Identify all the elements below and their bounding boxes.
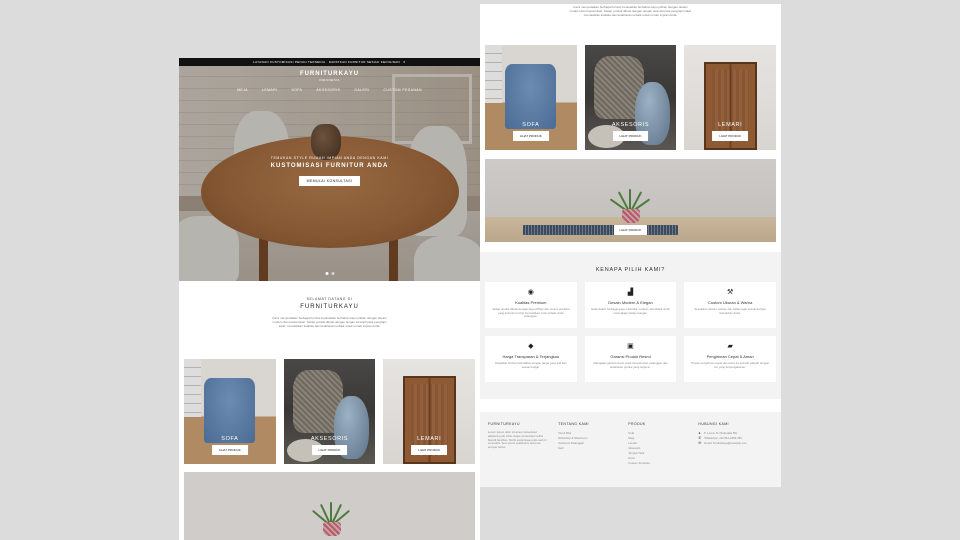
footer-about-title: FURNITURKAYU xyxy=(488,422,520,426)
banner-view-products-button[interactable]: LIHAT PRODUK xyxy=(613,225,648,235)
footer-links: TENTANG KAMI Visi & Misi Workshop & Show… xyxy=(558,422,620,487)
feature-card: ◆ Harga Transparan & Terjangkau Dapatkan… xyxy=(485,336,577,382)
slider-dots xyxy=(325,272,334,275)
view-products-button[interactable]: LIHAT PRODUK xyxy=(612,131,649,141)
truck-icon: ▰ xyxy=(727,343,733,350)
category-label: LEMARI xyxy=(718,122,743,128)
feature-title: Pengiriman Cepat & Aman xyxy=(706,354,754,359)
left-page-preview: LAYANAN KUSTOMISASI PENUH TERSEDIA · DAP… xyxy=(179,58,480,540)
promo-text: LAYANAN KUSTOMISASI PENUH TERSEDIA · DAP… xyxy=(253,60,400,64)
site-logo[interactable]: FURNITURKAYU INDONESIA xyxy=(179,71,480,82)
promo-bar: LAYANAN KUSTOMISASI PENUH TERSEDIA · DAP… xyxy=(179,58,480,66)
nav-item-sofa[interactable]: SOFA xyxy=(291,88,302,92)
category-card-lemari[interactable]: LEMARI LIHAT PRODUK xyxy=(684,45,777,150)
feature-title: Desain Modern & Elegan xyxy=(608,300,653,305)
feature-desc: Dilengkapi garansi resmi untuk kenyamana… xyxy=(593,361,668,369)
mail-icon: ✉ xyxy=(698,441,702,445)
category-label: SOFA xyxy=(522,122,540,128)
category-card-sofa[interactable]: SOFA LIHAT PRODUK xyxy=(485,45,577,150)
category-card-aksesoris[interactable]: AKSESORIS LIHAT PRODUK xyxy=(283,359,376,464)
welcome-title: FURNITURKAYU xyxy=(300,304,359,310)
slider-dot[interactable] xyxy=(325,272,328,275)
nav-item-lemari[interactable]: LEMARI xyxy=(262,88,277,92)
why-choose-us-section: KENAPA PILIH KAMI? ◉ Kualitas Premium Se… xyxy=(480,252,781,399)
welcome-eyebrow: SELAMAT DATANG DI xyxy=(306,297,353,301)
feature-desc: Proses pengiriman cepat dan aman ke selu… xyxy=(691,361,770,369)
footer-contact-title: HUBUNGI KAMI xyxy=(698,422,729,426)
category-cards: SOFA LIHAT PRODUK AKSESORIS LIHAT PRODUK… xyxy=(184,359,476,464)
feature-title: Kualitas Premium xyxy=(515,300,547,305)
view-products-button[interactable]: LIHAT PRODUK xyxy=(311,445,348,455)
price-tag-icon: ◆ xyxy=(528,343,534,350)
brand-name: FURNITURKAYU xyxy=(299,71,360,77)
design-icon: ▟ xyxy=(627,289,634,296)
right-page-preview: Kami menyediakan berbagai furnitur berku… xyxy=(480,4,781,487)
feature-title: Custom Ukuran & Warna xyxy=(708,300,753,305)
feature-desc: Setiap produk dibuat dengan kayu pilihan… xyxy=(492,307,570,319)
plant-banner-partial xyxy=(184,472,475,540)
nav-item-aksesoris[interactable]: AKSESORIS xyxy=(316,88,340,92)
feature-title: Harga Transparan & Terjangkau xyxy=(502,354,560,359)
category-card-sofa[interactable]: SOFA LIHAT PRODUK xyxy=(184,359,276,464)
feature-card: ◉ Kualitas Premium Setiap produk dibuat … xyxy=(485,282,577,328)
view-products-button[interactable]: LIHAT PRODUK xyxy=(712,131,749,141)
custom-icon: ⚒ xyxy=(727,289,734,296)
view-products-button[interactable]: LIHAT PRODUK xyxy=(512,131,549,141)
feature-card: ⚒ Custom Ukuran & Warna Sesuaikan ukuran… xyxy=(684,282,776,328)
category-cards: SOFA LIHAT PRODUK AKSESORIS LIHAT PRODUK… xyxy=(485,45,777,150)
slider-dot[interactable] xyxy=(331,272,334,275)
intro-description: Kami menyediakan berbagai furnitur berku… xyxy=(569,5,692,17)
category-label: AKSESORIS xyxy=(310,436,349,442)
category-card-lemari[interactable]: LEMARI LIHAT PRODUK xyxy=(383,359,476,464)
contact-email[interactable]: ✉ Email: furniturkayu@example.com xyxy=(698,441,773,446)
contact-text: Email: furniturkayu@example.com xyxy=(704,441,747,445)
hero-eyebrow: TEMUKAN STYLE RUMAH IMPIAN ANDA DENGAN K… xyxy=(270,156,389,160)
footer-products: PRODUK Sofa Meja Lemari Aksesoris Tempat… xyxy=(628,422,690,487)
nav-item-custom[interactable]: CUSTOM PESANAN xyxy=(384,88,422,92)
hero-cta-button[interactable]: MEMULAI KONSULTASI xyxy=(298,176,361,186)
footer-about: FURNITURKAYU Lorem ipsum dolor sit amet … xyxy=(488,422,550,487)
feature-title: Garansi Produk Resmi xyxy=(610,354,651,359)
view-products-button[interactable]: LIHAT PRODUK xyxy=(411,445,448,455)
nav-item-galeri[interactable]: GALERI xyxy=(354,88,369,92)
footer-product-link[interactable]: Custom Furniture xyxy=(628,461,690,466)
category-label: SOFA xyxy=(221,436,239,442)
footer-links-title: TENTANG KAMI xyxy=(558,422,589,426)
why-title: KENAPA PILIH KAMI? xyxy=(595,267,666,273)
feature-desc: Sesuaikan ukuran, warna, dan bahan agar … xyxy=(694,307,766,315)
footer-about-text: Lorem ipsum dolor sit amet consectetur a… xyxy=(488,430,547,450)
quality-icon: ◉ xyxy=(527,289,534,296)
warranty-icon: ▣ xyxy=(627,343,634,350)
close-icon[interactable]: ✕ xyxy=(403,60,406,64)
main-nav: MEJA LEMARI SOFA AKSESORIS GALERI CUSTOM… xyxy=(179,88,480,92)
brand-sub: INDONESIA xyxy=(318,78,340,82)
category-label: AKSESORIS xyxy=(611,122,650,128)
category-card-aksesoris[interactable]: AKSESORIS LIHAT PRODUK xyxy=(584,45,677,150)
feature-card: ▟ Desain Modern & Elegan Hadir dalam ber… xyxy=(584,282,677,328)
footer-contact: HUBUNGI KAMI ● Jl. Lorem 11 (Sukmaka 59)… xyxy=(698,422,773,487)
feature-card: ▰ Pengiriman Cepat & Aman Proses pengiri… xyxy=(684,336,776,382)
plant-banner: LIHAT PRODUK xyxy=(485,159,776,242)
welcome-description: Kami menyediakan berbagai furnitur berku… xyxy=(272,316,387,328)
footer-products-title: PRODUK xyxy=(628,422,646,426)
feature-grid: ◉ Kualitas Premium Setiap produk dibuat … xyxy=(485,282,776,382)
nav-item-meja[interactable]: MEJA xyxy=(237,88,248,92)
footer-link[interactable]: Karir xyxy=(558,446,620,451)
welcome-section: SELAMAT DATANG DI FURNITURKAYU Kami meny… xyxy=(179,281,480,328)
hero-headline: KUSTOMISASI FURNITUR ANDA xyxy=(270,163,389,169)
category-label: LEMARI xyxy=(417,436,442,442)
site-footer: FURNITURKAYU Lorem ipsum dolor sit amet … xyxy=(480,412,781,487)
feature-card: ▣ Garansi Produk Resmi Dilengkapi garans… xyxy=(584,336,677,382)
hero-banner: FURNITURKAYU INDONESIA MEJA LEMARI SOFA … xyxy=(179,66,480,281)
feature-desc: Hadir dalam berbagai gaya minimalis, mod… xyxy=(591,307,670,315)
view-products-button[interactable]: LIHAT PRODUK xyxy=(211,445,248,455)
feature-desc: Dapatkan furnitur berkualitas dengan har… xyxy=(495,361,567,369)
